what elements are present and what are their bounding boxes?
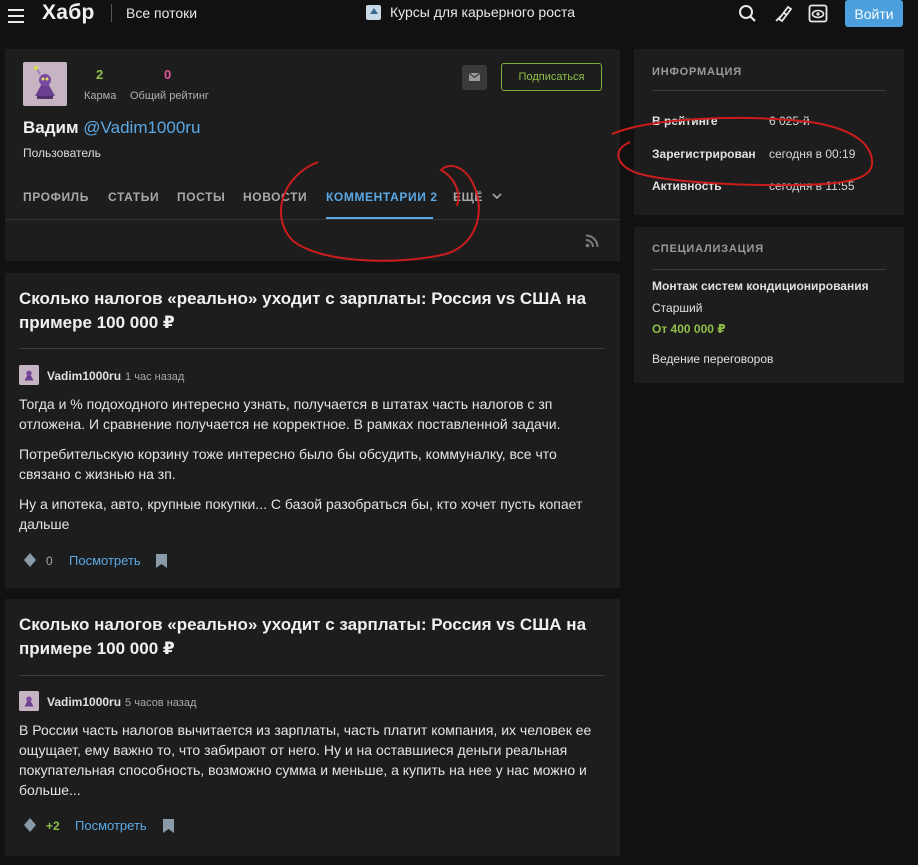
vote-icon[interactable] (24, 553, 36, 567)
career-courses-link[interactable]: Курсы для карьерного роста (366, 4, 575, 20)
comment-paragraph: В России часть налогов вычитается из зар… (19, 722, 592, 798)
specialization-panel: СПЕЦИАЛИЗАЦИЯ Монтаж систем кондициониро… (634, 227, 904, 383)
comment-card: Сколько налогов «реально» уходит с зарпл… (5, 599, 620, 856)
info-value-registered: сегодня в 00:19 (769, 147, 856, 161)
tabs-divider (5, 219, 620, 220)
info-title: ИНФОРМАЦИЯ (652, 66, 742, 78)
comment-paragraph: Тогда и % подоходного интересно узнать, … (19, 396, 561, 432)
spec-divider (652, 269, 886, 270)
comment-paragraph: Ну а ипотека, авто, крупные покупки... С… (19, 496, 583, 532)
comment-article-title[interactable]: Сколько налогов «реально» уходит с зарпл… (19, 287, 609, 335)
comment-time: 5 часов назад (125, 697, 197, 709)
info-divider (652, 90, 886, 91)
view-comment-link[interactable]: Посмотреть (69, 553, 141, 568)
bookmark-icon[interactable] (163, 819, 174, 833)
tab-profile[interactable]: ПРОФИЛЬ (23, 190, 89, 204)
subscribe-button[interactable]: Подписаться (501, 63, 602, 91)
spec-skill: Ведение переговоров (652, 352, 774, 366)
comment-divider (19, 675, 605, 676)
author-name: Vadim1000ru (47, 695, 122, 709)
user-role: Пользователь (23, 146, 101, 160)
chevron-down-icon (492, 193, 502, 200)
tab-more-label: ЕЩЁ (453, 190, 484, 204)
rating-label: Общий рейтинг (130, 90, 209, 102)
vote-icon[interactable] (24, 818, 36, 832)
author-avatar[interactable] (19, 691, 39, 711)
karma-value: 2 (96, 67, 104, 82)
menu-icon[interactable] (6, 6, 26, 26)
top-bar: Хабр Все потоки Курсы для карьерного рос… (0, 0, 918, 38)
rating-value: 0 (164, 67, 172, 82)
tab-articles[interactable]: СТАТЬИ (108, 190, 159, 204)
comment-divider (19, 348, 605, 349)
avatar[interactable] (23, 62, 67, 106)
profile-card: 2 Карма 0 Общий рейтинг Подписаться Вади… (5, 49, 620, 261)
reading-mode-icon[interactable] (807, 2, 829, 24)
author-name: Vadim1000ru (47, 369, 122, 383)
comment-score: +2 (46, 819, 60, 833)
spec-title: СПЕЦИАЛИЗАЦИЯ (652, 243, 764, 255)
info-value-activity: сегодня в 11:55 (769, 179, 855, 193)
info-panel: ИНФОРМАЦИЯ В рейтинге 6 025-й Зарегистри… (634, 49, 904, 215)
comment-card: Сколько налогов «реально» уходит с зарпл… (5, 273, 620, 588)
tab-posts[interactable]: ПОСТЫ (177, 190, 225, 204)
bookmark-icon[interactable] (156, 554, 167, 568)
tab-more[interactable]: ЕЩЁ (453, 190, 503, 204)
comment-time: 1 час назад (125, 371, 185, 383)
author-avatar[interactable] (19, 365, 39, 385)
info-label-activity: Активность (652, 179, 722, 193)
user-name: Вадим @Vadim1000ru (23, 118, 200, 138)
info-value-rating: 6 025-й (769, 114, 810, 128)
habr-logo[interactable]: Хабр (42, 1, 95, 25)
search-icon[interactable] (737, 2, 759, 24)
info-label-registered: Зарегистрирован (652, 147, 756, 161)
tab-news[interactable]: НОВОСТИ (243, 190, 307, 204)
spec-position: Монтаж систем кондиционирования (652, 279, 869, 293)
comment-paragraph: Потребительскую корзину тоже интересно б… (19, 446, 557, 482)
write-icon[interactable] (772, 2, 794, 24)
view-comment-link[interactable]: Посмотреть (75, 818, 147, 833)
rss-icon[interactable] (585, 234, 599, 248)
display-name: Вадим (23, 118, 79, 137)
spec-level: Старший (652, 301, 703, 315)
user-nick[interactable]: @Vadim1000ru (83, 118, 200, 137)
tab-comments[interactable]: КОММЕНТАРИИ 2 (326, 190, 438, 204)
spec-salary: От 400 000 ₽ (652, 322, 726, 336)
comment-author[interactable]: Vadim1000ru 1 час назад (47, 369, 184, 383)
comment-score: 0 (46, 554, 53, 568)
comment-article-title[interactable]: Сколько налогов «реально» уходит с зарпл… (19, 613, 609, 661)
message-button[interactable] (462, 65, 487, 90)
divider (111, 4, 112, 22)
karma-label: Карма (84, 90, 117, 102)
mail-icon (468, 72, 481, 81)
info-label-rating: В рейтинге (652, 114, 718, 128)
promo-label: Курсы для карьерного роста (390, 4, 576, 20)
promo-icon (366, 4, 381, 20)
comment-author[interactable]: Vadim1000ru 5 часов назад (47, 695, 196, 709)
all-flows-link[interactable]: Все потоки (126, 5, 197, 21)
login-button[interactable]: Войти (845, 0, 903, 27)
